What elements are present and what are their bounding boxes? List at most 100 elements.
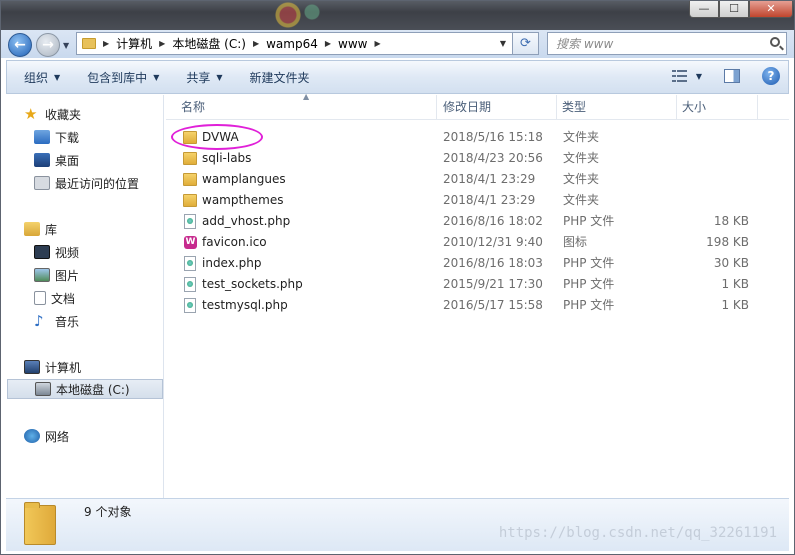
file-date: 2015/9/21 17:30 <box>443 277 543 291</box>
sidebar-item-libraries[interactable]: 库 <box>24 219 180 239</box>
file-name: favicon.ico <box>202 235 267 249</box>
chevron-right-icon[interactable]: ▶ <box>374 39 380 48</box>
sidebar-item-local-disk[interactable]: 本地磁盘 (C:) <box>7 379 163 399</box>
desktop-icon <box>34 153 50 167</box>
file-size: 1 KB <box>721 298 749 312</box>
table-row[interactable]: testmysql.php 2016/5/17 15:58 PHP 文件 1 K… <box>166 295 766 316</box>
music-note-icon: ♪ <box>34 312 44 330</box>
search-placeholder: 搜索 www <box>556 37 614 51</box>
column-type[interactable]: 类型 <box>547 95 667 119</box>
table-row[interactable]: wampthemes 2018/4/1 23:29 文件夹 <box>166 190 766 211</box>
favicon-file-icon: W <box>184 236 197 249</box>
file-type: PHP 文件 <box>563 277 615 291</box>
file-date: 2016/8/16 18:02 <box>443 214 543 228</box>
file-size: 198 KB <box>706 235 749 249</box>
php-file-icon <box>184 298 196 313</box>
breadcrumb-local-disk[interactable]: 本地磁盘 (C:) <box>172 35 246 52</box>
chevron-down-icon[interactable]: ▼ <box>696 72 702 81</box>
table-row[interactable]: test_sockets.php 2015/9/21 17:30 PHP 文件 … <box>166 274 766 295</box>
share-menu[interactable]: 共享 ▼ <box>169 61 232 93</box>
view-options-icon[interactable] <box>671 69 688 83</box>
file-date: 2016/8/16 18:03 <box>443 256 543 270</box>
sidebar-label: 收藏夹 <box>45 107 82 122</box>
folder-icon <box>183 173 197 186</box>
chevron-right-icon[interactable]: ▶ <box>103 39 109 48</box>
chevron-right-icon[interactable]: ▶ <box>253 39 259 48</box>
toolbar-right: ▼ ? <box>671 67 780 85</box>
sidebar-label: 库 <box>45 222 58 237</box>
table-row[interactable]: sqli-labs 2018/4/23 20:56 文件夹 <box>166 148 766 169</box>
search-icon[interactable] <box>770 37 780 47</box>
file-date: 2018/5/16 15:18 <box>443 130 543 144</box>
search-input[interactable]: 搜索 www <box>547 32 787 55</box>
network-icon <box>24 429 40 443</box>
back-button[interactable]: ← <box>8 33 32 57</box>
file-date: 2018/4/1 23:29 <box>443 193 536 207</box>
window-controls: — ☐ ✕ <box>689 0 793 18</box>
file-type: 文件夹 <box>563 172 600 186</box>
table-row[interactable]: index.php 2016/8/16 18:03 PHP 文件 30 KB <box>166 253 766 274</box>
forward-button[interactable]: → <box>36 33 60 57</box>
file-name: index.php <box>202 256 262 270</box>
sidebar-item-computer[interactable]: 计算机 <box>24 357 180 377</box>
watermark: https://blog.csdn.net/qq_32261191 <box>498 525 777 541</box>
column-divider[interactable] <box>757 95 758 119</box>
annotation-circle <box>171 124 263 150</box>
share-label: 共享 <box>186 70 211 85</box>
table-row[interactable]: wamplangues 2018/4/1 23:29 文件夹 <box>166 169 766 190</box>
include-library-menu[interactable]: 包含到库中 ▼ <box>70 61 169 93</box>
command-toolbar: 组织 ▼ 包含到库中 ▼ 共享 ▼ 新建文件夹 ▼ ? <box>6 60 789 94</box>
preview-pane-icon[interactable] <box>724 69 740 83</box>
computer-icon <box>24 360 40 374</box>
sidebar-item-favorites[interactable]: ★ 收藏夹 <box>24 104 180 124</box>
details-pane: 9 个对象 https://blog.csdn.net/qq_32261191 <box>6 498 789 551</box>
file-date: 2018/4/1 23:29 <box>443 172 536 186</box>
table-row[interactable]: add_vhost.php 2016/8/16 18:02 PHP 文件 18 … <box>166 211 766 232</box>
new-folder-button[interactable]: 新建文件夹 <box>233 61 320 93</box>
folder-icon <box>183 152 197 165</box>
file-name: sqli-labs <box>202 151 252 165</box>
file-size: 30 KB <box>713 256 749 270</box>
chevron-right-icon[interactable]: ▶ <box>325 39 331 48</box>
breadcrumb-computer[interactable]: 计算机 <box>116 35 152 52</box>
sidebar-item-network[interactable]: 网络 <box>24 426 180 446</box>
recent-pages-dropdown[interactable]: ▼ <box>63 41 69 50</box>
address-history-dropdown[interactable]: ▼ <box>500 39 506 48</box>
column-size[interactable]: 大小 <box>667 95 747 119</box>
file-date: 2016/5/17 15:58 <box>443 298 543 312</box>
refresh-icon: ⟳ <box>520 36 531 51</box>
breadcrumb-wamp64[interactable]: wamp64 <box>266 37 318 51</box>
sidebar-label: 下载 <box>55 130 80 145</box>
organize-menu[interactable]: 组织 ▼ <box>7 61 70 93</box>
sidebar-label: 最近访问的位置 <box>55 176 140 191</box>
library-icon <box>24 222 40 236</box>
file-type: PHP 文件 <box>563 298 615 312</box>
sidebar-label: 计算机 <box>45 360 82 375</box>
drive-icon <box>35 382 51 396</box>
star-icon: ★ <box>24 105 38 123</box>
folder-icon <box>24 502 56 545</box>
table-row[interactable]: W favicon.ico 2010/12/31 9:40 图标 198 KB <box>166 232 766 253</box>
file-date: 2018/4/23 20:56 <box>443 151 543 165</box>
title-bar: — ☐ ✕ <box>0 0 795 30</box>
column-date[interactable]: 修改日期 <box>428 95 558 119</box>
column-name[interactable]: 名称 <box>166 95 436 119</box>
breadcrumb-www[interactable]: www <box>338 37 367 51</box>
address-bar[interactable]: ▶ 计算机 ▶ 本地磁盘 (C:) ▶ wamp64 ▶ www ▶ ▼ <box>76 32 513 55</box>
help-icon[interactable]: ? <box>762 67 780 85</box>
sidebar-label: 图片 <box>55 268 80 283</box>
organize-label: 组织 <box>24 70 49 85</box>
minimize-button[interactable]: — <box>689 0 719 18</box>
maximize-button[interactable]: ☐ <box>719 0 749 18</box>
sidebar-label: 网络 <box>45 429 70 444</box>
php-file-icon <box>184 256 196 271</box>
recent-places-icon <box>34 176 50 190</box>
php-file-icon <box>184 277 196 292</box>
close-button[interactable]: ✕ <box>749 0 793 18</box>
picture-icon <box>34 268 50 282</box>
refresh-button[interactable]: ⟳ <box>513 32 539 55</box>
file-name: wampthemes <box>202 193 284 207</box>
video-icon <box>34 245 50 259</box>
file-type: 文件夹 <box>563 130 600 144</box>
chevron-right-icon[interactable]: ▶ <box>159 39 165 48</box>
